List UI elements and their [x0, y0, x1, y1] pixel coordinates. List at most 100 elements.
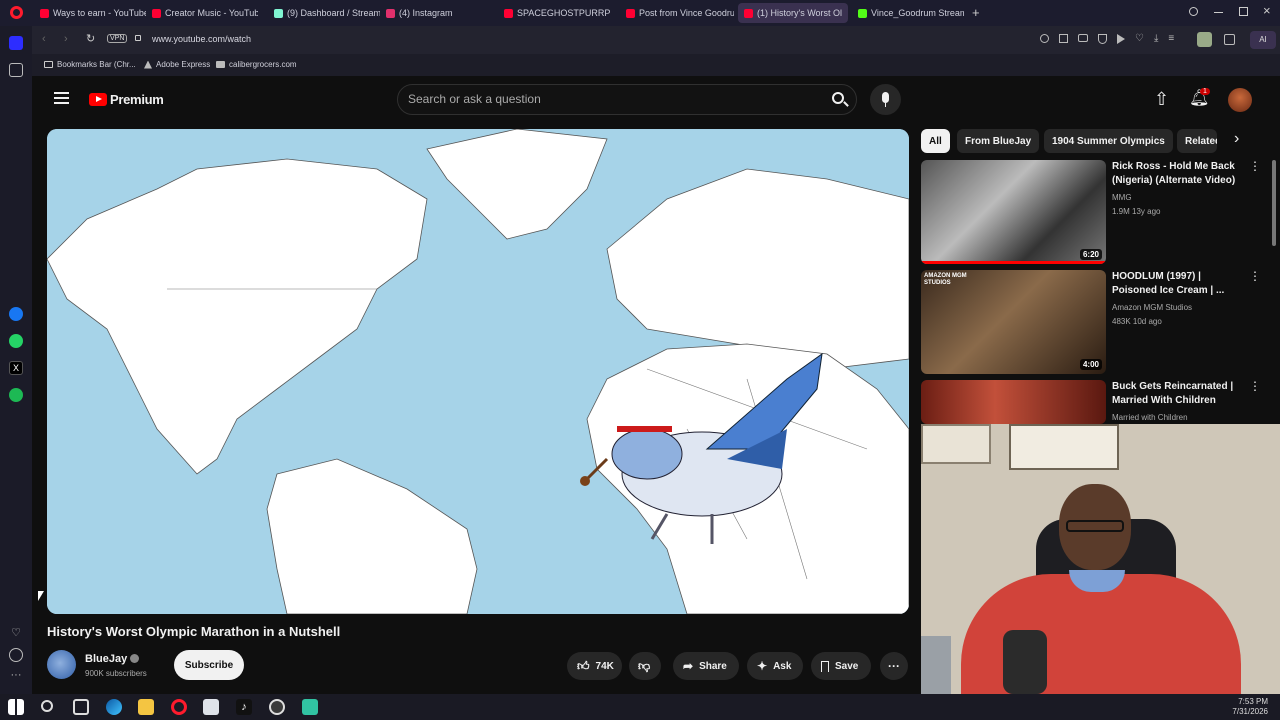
forward-arrow-icon[interactable]: › [64, 33, 68, 45]
wallet-icon[interactable] [1224, 34, 1235, 45]
home-icon[interactable] [9, 36, 23, 50]
kick-icon [858, 8, 867, 18]
back-arrow-icon[interactable]: ‹ [42, 33, 46, 45]
chip-related[interactable]: Related [1177, 129, 1217, 153]
more-icon[interactable]: ··· [9, 670, 23, 684]
chips-next-arrow-icon[interactable]: › [1234, 130, 1239, 148]
save-button[interactable]: Save [811, 652, 871, 680]
camera-icon[interactable] [1078, 34, 1088, 42]
video-thumbnail[interactable] [921, 380, 1106, 424]
new-tab-plus-icon[interactable]: + [972, 5, 980, 20]
browser-tab[interactable]: (4) Instagram [380, 3, 492, 23]
chip-from-channel[interactable]: From BlueJay [957, 129, 1040, 153]
bookmark-item[interactable]: Adobe Express [144, 60, 210, 69]
recommended-video[interactable]: AMAZON MGM STUDIOS 4:00 HOODLUM (1997) |… [921, 270, 1261, 374]
streamlabs-icon[interactable] [302, 699, 318, 715]
url-field[interactable]: www.youtube.com/watch [152, 34, 251, 44]
search-button[interactable] [822, 84, 857, 115]
bookmark-item[interactable]: calibergrocers.com [216, 60, 297, 69]
maximize-icon[interactable] [1239, 7, 1248, 16]
youtube-logo[interactable]: Premium [89, 92, 164, 107]
channel-name[interactable]: BlueJay [85, 653, 127, 665]
profile-avatar[interactable] [1197, 32, 1212, 47]
browser-tab-active[interactable]: (1) History's Worst Ol [738, 3, 848, 23]
browser-tab[interactable]: Ways to earn - YouTube St [34, 3, 146, 23]
subscriber-count: 900K subscribers [85, 669, 147, 678]
browser-tab[interactable]: Vince_Goodrum Stream - [852, 3, 964, 23]
browser-tab[interactable]: SPACEGHOSTPURRP & DC [498, 3, 612, 23]
search-input[interactable] [408, 92, 808, 106]
menu-icon[interactable]: ≡ [1168, 34, 1174, 46]
more-vertical-icon[interactable]: ⋮ [1249, 270, 1261, 282]
like-button[interactable]: 👍︎ 74K [567, 652, 622, 680]
opera-logo-icon[interactable] [10, 6, 23, 19]
spotify-icon[interactable] [9, 388, 23, 402]
upload-icon[interactable]: ⇧ [1154, 90, 1169, 108]
recommended-video-channel[interactable]: Amazon MGM Studios [1112, 303, 1192, 312]
account-avatar[interactable] [1228, 88, 1252, 112]
scrollbar-thumb[interactable] [1272, 160, 1276, 246]
recommended-video-title[interactable]: Buck Gets Reincarnated | Married With Ch… [1112, 380, 1240, 408]
recommended-video-stats: 1.9M 13y ago [1112, 207, 1161, 216]
recommended-video[interactable]: Buck Gets Reincarnated | Married With Ch… [921, 380, 1261, 424]
dislike-button[interactable]: 👎︎ [629, 652, 661, 680]
opera-icon[interactable] [171, 699, 187, 715]
search-icon[interactable] [41, 700, 53, 712]
recommended-video-title[interactable]: Rick Ross - Hold Me Back (Nigeria) (Alte… [1112, 160, 1240, 188]
star-icon[interactable] [9, 63, 23, 77]
video-player[interactable] [47, 129, 909, 614]
minimize-icon[interactable] [1214, 12, 1223, 13]
store-icon[interactable] [203, 699, 219, 715]
play-icon[interactable] [1117, 34, 1125, 44]
speaker-icon [744, 8, 753, 18]
whatsapp-icon[interactable] [9, 334, 23, 348]
recommended-video-channel[interactable]: MMG [1112, 193, 1132, 202]
more-vertical-icon[interactable]: ⋮ [1249, 160, 1261, 172]
edit-icon[interactable] [1059, 34, 1068, 43]
youtube-icon [504, 8, 513, 18]
system-clock[interactable]: 7:53 PM 7/31/2026 [1232, 697, 1268, 717]
browser-tab[interactable]: Creator Music - YouTube S [146, 3, 258, 23]
video-thumbnail[interactable]: 6:20 [921, 160, 1106, 264]
heart-icon[interactable]: ♡ [1135, 34, 1144, 46]
ask-button[interactable]: ✦ Ask [747, 652, 803, 680]
share-button[interactable]: ➦ Share [673, 652, 739, 680]
ai-button[interactable]: AI [1250, 31, 1276, 49]
heart-icon[interactable]: ♡ [9, 626, 23, 640]
voice-search-button[interactable] [870, 84, 901, 115]
browser-tab[interactable]: (9) Dashboard / Streamlab [268, 3, 380, 23]
obs-icon[interactable] [269, 699, 285, 715]
bookmark-icon [821, 660, 829, 672]
recommended-video-title[interactable]: HOODLUM (1997) | Poisoned Ice Cream | ..… [1112, 270, 1240, 298]
vpn-badge[interactable]: VPN [107, 34, 128, 43]
browser-tab[interactable]: Post from Vince Goodrum [620, 3, 734, 23]
close-window-icon[interactable]: × [1263, 3, 1271, 18]
shield-icon[interactable] [1098, 34, 1107, 44]
reload-icon[interactable]: ↻ [86, 32, 95, 45]
lock-icon [135, 35, 141, 41]
chip-topic[interactable]: 1904 Summer Olympics [1044, 129, 1173, 153]
recommended-video-channel[interactable]: Married with Children [1112, 413, 1188, 422]
subscribe-button[interactable]: Subscribe [174, 650, 244, 680]
zoom-icon[interactable] [1040, 34, 1049, 43]
more-vertical-icon[interactable]: ⋮ [1249, 380, 1261, 392]
tiktok-icon[interactable]: ♪ [236, 699, 252, 715]
bookmark-item[interactable]: Bookmarks Bar (Chr... [44, 60, 136, 69]
messenger-icon[interactable] [9, 307, 23, 321]
thumbnail-overlay-text: AMAZON MGM STUDIOS [924, 273, 967, 286]
edge-icon[interactable] [106, 699, 122, 715]
x-twitter-icon[interactable]: X [9, 361, 23, 375]
video-thumbnail[interactable]: AMAZON MGM STUDIOS 4:00 [921, 270, 1106, 374]
thumbs-down-icon: 👎︎ [638, 658, 651, 673]
windows-start-icon[interactable] [8, 699, 24, 715]
chip-all[interactable]: All [921, 129, 950, 153]
hamburger-menu-icon[interactable] [54, 92, 69, 104]
recommended-video[interactable]: 6:20 Rick Ross - Hold Me Back (Nigeria) … [921, 160, 1261, 264]
file-explorer-icon[interactable] [138, 699, 154, 715]
tab-search-icon[interactable] [1189, 7, 1198, 16]
channel-avatar[interactable] [47, 650, 76, 679]
download-icon[interactable]: ⤓ [1154, 34, 1158, 46]
history-clock-icon[interactable] [9, 648, 23, 662]
more-actions-button[interactable]: ··· [880, 652, 908, 680]
task-view-icon[interactable] [73, 699, 89, 715]
